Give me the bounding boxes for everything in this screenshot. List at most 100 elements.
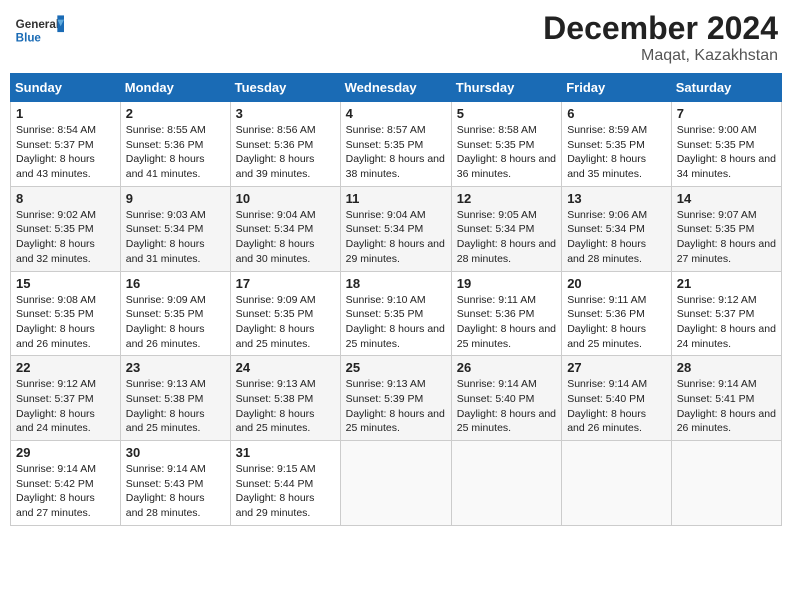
page-title: December 2024 — [543, 10, 778, 47]
cell-info: Sunrise: 9:09 AMSunset: 5:35 PMDaylight:… — [236, 294, 316, 350]
calendar-cell: 1 Sunrise: 8:54 AMSunset: 5:37 PMDaylight… — [11, 102, 121, 187]
calendar-cell: 28Sunrise: 9:14 AMSunset: 5:41 PMDayligh… — [671, 356, 781, 441]
cell-info: Sunrise: 9:00 AMSunset: 5:35 PMDaylight:… — [677, 124, 776, 180]
day-number: 22 — [16, 360, 115, 375]
cell-info: Sunrise: 9:10 AMSunset: 5:35 PMDaylight:… — [346, 294, 445, 350]
calendar-cell: 9 Sunrise: 9:03 AMSunset: 5:34 PMDaylight… — [120, 186, 230, 271]
calendar-cell: 24 Sunrise: 9:13 AMSunset: 5:38 PMDayligh… — [230, 356, 340, 441]
calendar-cell: 12 Sunrise: 9:05 AMSunset: 5:34 PMDayligh… — [451, 186, 561, 271]
calendar-cell: 15 Sunrise: 9:08 AMSunset: 5:35 PMDayligh… — [11, 271, 121, 356]
day-number: 7 — [677, 106, 776, 121]
weekday-header-monday: Monday — [120, 74, 230, 102]
cell-info: Sunrise: 9:14 AMSunset: 5:40 PMDaylight:… — [567, 378, 647, 434]
cell-info: Sunrise: 9:13 AMSunset: 5:38 PMDaylight:… — [236, 378, 316, 434]
cell-info: Sunrise: 8:59 AMSunset: 5:35 PMDaylight:… — [567, 124, 647, 180]
calendar-cell — [340, 441, 451, 526]
calendar-cell: 30 Sunrise: 9:14 AMSunset: 5:43 PMDayligh… — [120, 441, 230, 526]
cell-info: Sunrise: 8:56 AMSunset: 5:36 PMDaylight:… — [236, 124, 316, 180]
cell-info: Sunrise: 9:11 AMSunset: 5:36 PMDaylight:… — [567, 294, 646, 350]
day-number: 26 — [457, 360, 556, 375]
day-number: 4 — [346, 106, 446, 121]
calendar-cell: 26Sunrise: 9:14 AMSunset: 5:40 PMDayligh… — [451, 356, 561, 441]
cell-info: Sunrise: 9:11 AMSunset: 5:36 PMDaylight:… — [457, 294, 556, 350]
day-number: 2 — [126, 106, 225, 121]
cell-info: Sunrise: 9:07 AMSunset: 5:35 PMDaylight:… — [677, 209, 776, 265]
weekday-header-wednesday: Wednesday — [340, 74, 451, 102]
cell-info: Sunrise: 8:54 AMSunset: 5:37 PMDaylight:… — [16, 124, 96, 180]
day-number: 16 — [126, 276, 225, 291]
cell-info: Sunrise: 9:12 AMSunset: 5:37 PMDaylight:… — [677, 294, 776, 350]
calendar-cell — [671, 441, 781, 526]
calendar-cell: 10 Sunrise: 9:04 AMSunset: 5:34 PMDayligh… — [230, 186, 340, 271]
day-number: 21 — [677, 276, 776, 291]
calendar-cell: 13Sunrise: 9:06 AMSunset: 5:34 PMDayligh… — [562, 186, 672, 271]
day-number: 20 — [567, 276, 666, 291]
cell-info: Sunrise: 9:14 AMSunset: 5:41 PMDaylight:… — [677, 378, 776, 434]
calendar-cell: 6 Sunrise: 8:59 AMSunset: 5:35 PMDaylight… — [562, 102, 672, 187]
calendar-week-1: 1 Sunrise: 8:54 AMSunset: 5:37 PMDaylight… — [11, 102, 782, 187]
calendar-cell: 17Sunrise: 9:09 AMSunset: 5:35 PMDayligh… — [230, 271, 340, 356]
calendar-cell: 5 Sunrise: 8:58 AMSunset: 5:35 PMDaylight… — [451, 102, 561, 187]
day-number: 19 — [457, 276, 556, 291]
svg-text:General: General — [16, 18, 59, 31]
calendar-cell: 23Sunrise: 9:13 AMSunset: 5:38 PMDayligh… — [120, 356, 230, 441]
cell-info: Sunrise: 9:15 AMSunset: 5:44 PMDaylight:… — [236, 463, 316, 519]
day-number: 11 — [346, 191, 446, 206]
cell-info: Sunrise: 9:14 AMSunset: 5:42 PMDaylight:… — [16, 463, 96, 519]
calendar-cell: 27 Sunrise: 9:14 AMSunset: 5:40 PMDayligh… — [562, 356, 672, 441]
calendar-cell — [451, 441, 561, 526]
weekday-header-saturday: Saturday — [671, 74, 781, 102]
calendar-week-4: 22Sunrise: 9:12 AMSunset: 5:37 PMDayligh… — [11, 356, 782, 441]
day-number: 10 — [236, 191, 335, 206]
calendar-header-row: SundayMondayTuesdayWednesdayThursdayFrid… — [11, 74, 782, 102]
day-number: 14 — [677, 191, 776, 206]
calendar-cell: 22Sunrise: 9:12 AMSunset: 5:37 PMDayligh… — [11, 356, 121, 441]
cell-info: Sunrise: 9:02 AMSunset: 5:35 PMDaylight:… — [16, 209, 96, 265]
calendar-cell: 16Sunrise: 9:09 AMSunset: 5:35 PMDayligh… — [120, 271, 230, 356]
day-number: 24 — [236, 360, 335, 375]
calendar-cell: 4 Sunrise: 8:57 AMSunset: 5:35 PMDaylight… — [340, 102, 451, 187]
calendar-cell: 7 Sunrise: 9:00 AMSunset: 5:35 PMDaylight… — [671, 102, 781, 187]
day-number: 15 — [16, 276, 115, 291]
day-number: 5 — [457, 106, 556, 121]
calendar-cell: 20 Sunrise: 9:11 AMSunset: 5:36 PMDayligh… — [562, 271, 672, 356]
svg-text:Blue: Blue — [16, 31, 42, 44]
cell-info: Sunrise: 8:58 AMSunset: 5:35 PMDaylight:… — [457, 124, 556, 180]
cell-info: Sunrise: 9:08 AMSunset: 5:35 PMDaylight:… — [16, 294, 96, 350]
day-number: 3 — [236, 106, 335, 121]
calendar-cell: 14 Sunrise: 9:07 AMSunset: 5:35 PMDayligh… — [671, 186, 781, 271]
calendar-cell: 2 Sunrise: 8:55 AMSunset: 5:36 PMDaylight… — [120, 102, 230, 187]
cell-info: Sunrise: 9:04 AMSunset: 5:34 PMDaylight:… — [236, 209, 316, 265]
cell-info: Sunrise: 9:05 AMSunset: 5:34 PMDaylight:… — [457, 209, 556, 265]
day-number: 13 — [567, 191, 666, 206]
weekday-header-sunday: Sunday — [11, 74, 121, 102]
cell-info: Sunrise: 9:14 AMSunset: 5:43 PMDaylight:… — [126, 463, 206, 519]
calendar-cell: 3 Sunrise: 8:56 AMSunset: 5:36 PMDaylight… — [230, 102, 340, 187]
calendar-week-2: 8Sunrise: 9:02 AMSunset: 5:35 PMDaylight… — [11, 186, 782, 271]
calendar-cell: 29 Sunrise: 9:14 AMSunset: 5:42 PMDayligh… — [11, 441, 121, 526]
day-number: 30 — [126, 445, 225, 460]
calendar-cell: 21 Sunrise: 9:12 AMSunset: 5:37 PMDayligh… — [671, 271, 781, 356]
day-number: 6 — [567, 106, 666, 121]
logo-icon: General Blue — [14, 10, 64, 50]
day-number: 29 — [16, 445, 115, 460]
cell-info: Sunrise: 8:57 AMSunset: 5:35 PMDaylight:… — [346, 124, 445, 180]
calendar-cell: 8Sunrise: 9:02 AMSunset: 5:35 PMDaylight… — [11, 186, 121, 271]
cell-info: Sunrise: 9:03 AMSunset: 5:34 PMDaylight:… — [126, 209, 206, 265]
day-number: 1 — [16, 106, 115, 121]
day-number: 27 — [567, 360, 666, 375]
calendar-week-5: 29 Sunrise: 9:14 AMSunset: 5:42 PMDayligh… — [11, 441, 782, 526]
day-number: 9 — [126, 191, 225, 206]
calendar-cell: 31Sunrise: 9:15 AMSunset: 5:44 PMDayligh… — [230, 441, 340, 526]
calendar-table: SundayMondayTuesdayWednesdayThursdayFrid… — [10, 73, 782, 526]
day-number: 12 — [457, 191, 556, 206]
cell-info: Sunrise: 8:55 AMSunset: 5:36 PMDaylight:… — [126, 124, 206, 180]
page-header: General Blue December 2024 Maqat, Kazakh… — [10, 10, 782, 65]
day-number: 18 — [346, 276, 446, 291]
calendar-cell: 18 Sunrise: 9:10 AMSunset: 5:35 PMDayligh… — [340, 271, 451, 356]
weekday-header-tuesday: Tuesday — [230, 74, 340, 102]
calendar-cell — [562, 441, 672, 526]
cell-info: Sunrise: 9:13 AMSunset: 5:39 PMDaylight:… — [346, 378, 445, 434]
weekday-header-friday: Friday — [562, 74, 672, 102]
page-subtitle: Maqat, Kazakhstan — [543, 47, 778, 65]
